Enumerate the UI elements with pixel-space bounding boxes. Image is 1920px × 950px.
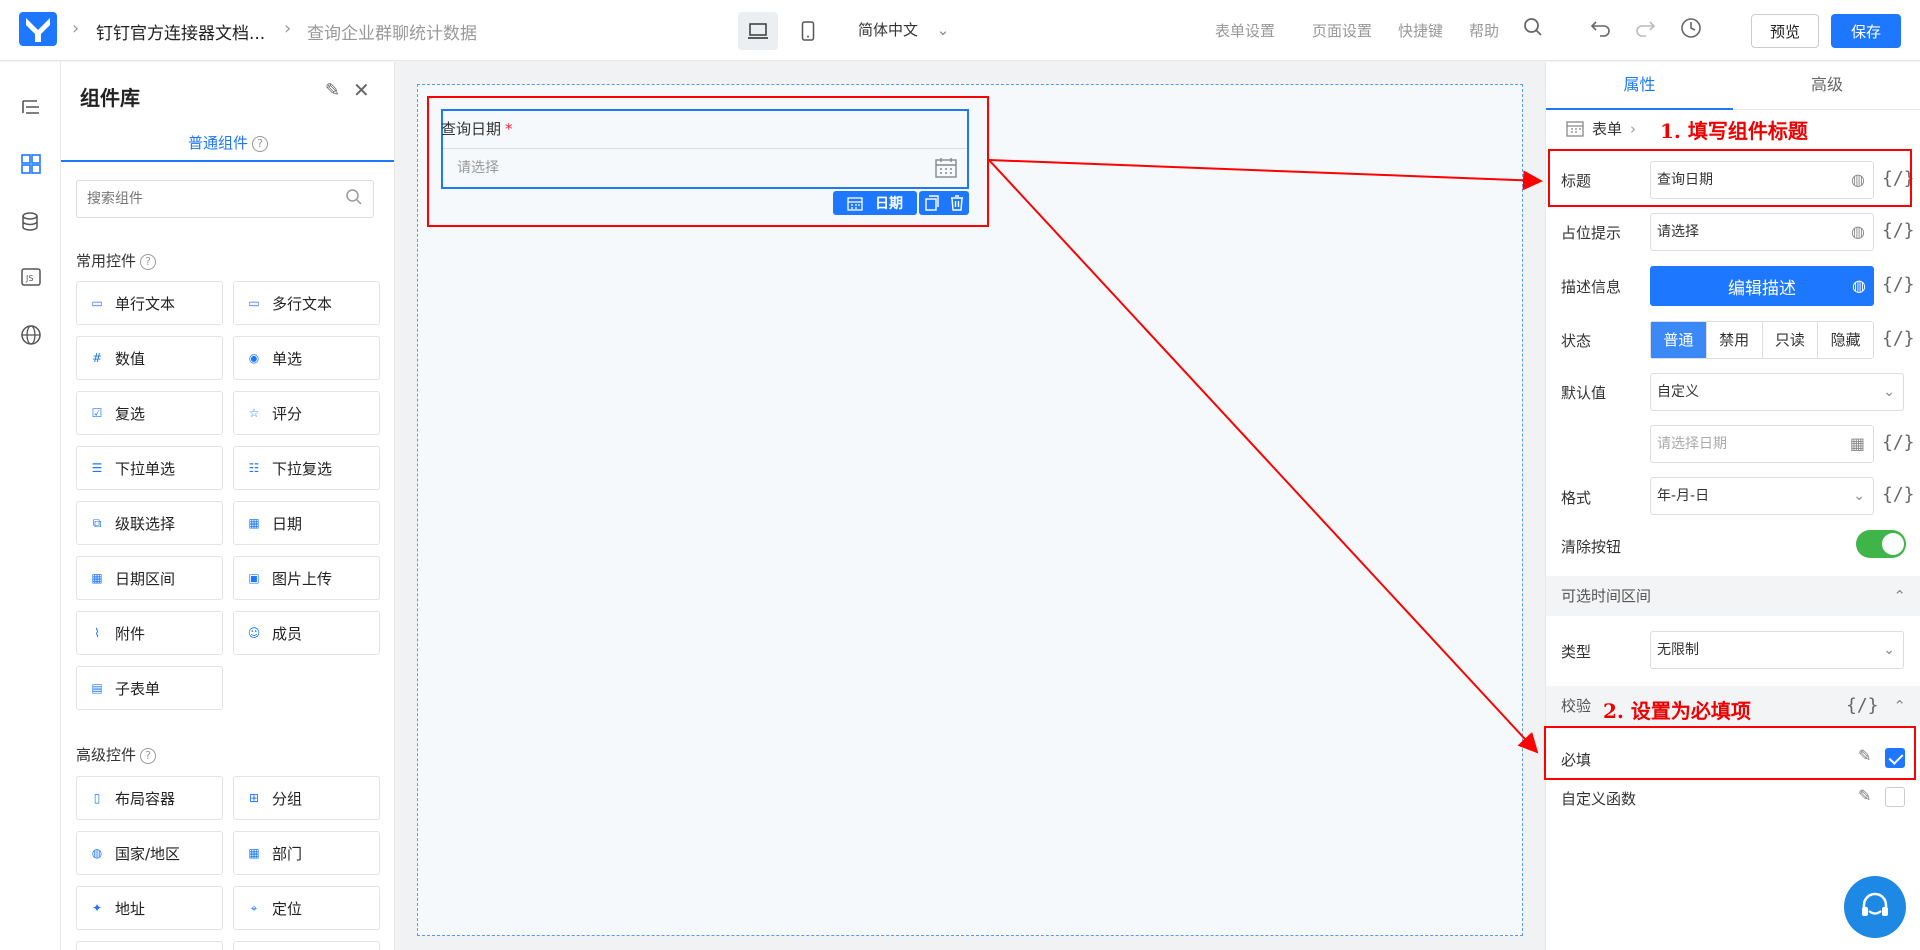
customer-service-button[interactable] — [1844, 876, 1906, 938]
arrow-to-required — [988, 159, 1539, 754]
headset-icon — [1862, 892, 1888, 916]
annotation-arrows — [988, 159, 1543, 754]
arrow-to-title — [988, 159, 1543, 191]
